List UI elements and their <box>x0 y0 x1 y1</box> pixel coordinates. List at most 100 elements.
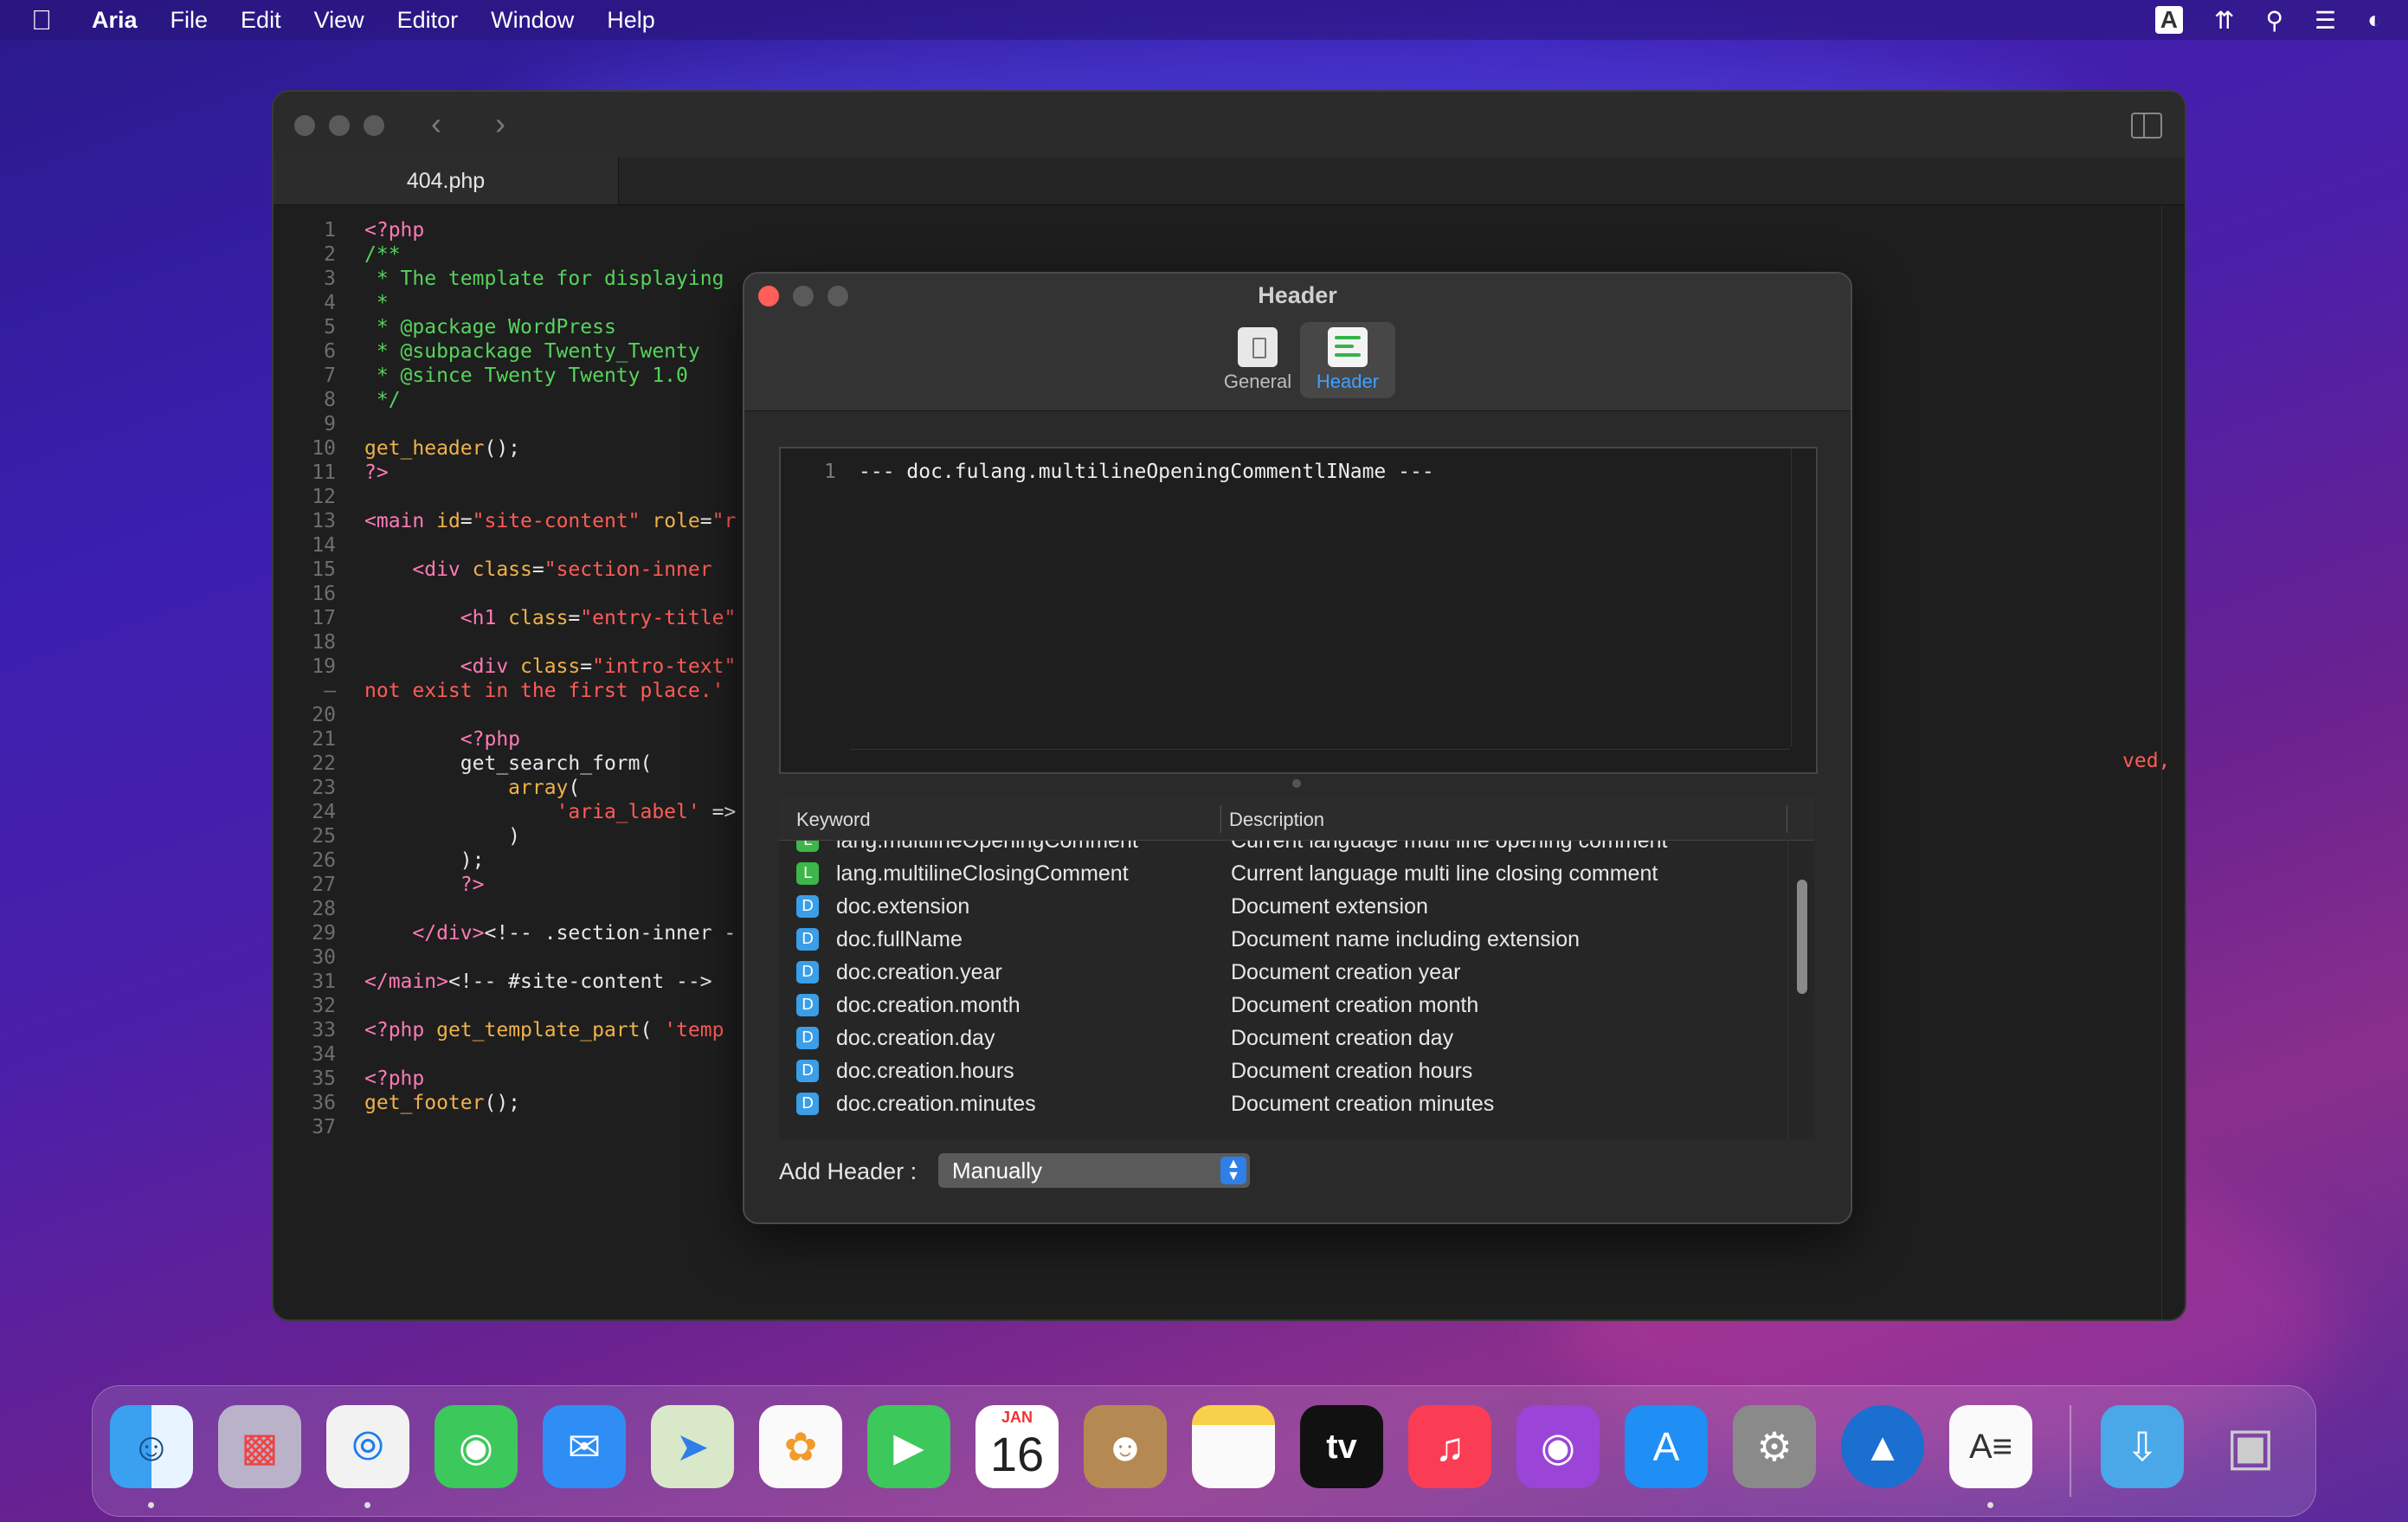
system-settings-icon[interactable]: ⚙ <box>1733 1405 1816 1488</box>
tab-404-php[interactable]: 404.php <box>274 158 619 204</box>
messages-icon[interactable]: ◉ <box>435 1405 518 1488</box>
editor-scrollbar[interactable] <box>2161 206 2185 1319</box>
code-line: get_footer(); <box>364 1092 521 1114</box>
tab-general[interactable]: General <box>1210 322 1305 398</box>
dock: ☺ ▩ ⦾ ◉ ✉ ➤ ✿ ▶ JAN 16 ☻ tv ♫ ◉ A ⚙ ▲ A≡… <box>92 1385 2316 1517</box>
forward-nav-icon[interactable]: › <box>495 106 505 142</box>
keyword-cell: doc.extension <box>836 894 970 919</box>
keyword-table-scroll-thumb[interactable] <box>1797 880 1807 994</box>
app-store-icon[interactable]: A <box>1625 1405 1708 1488</box>
table-row[interactable]: Ddoc.creation.minutes Document creation m… <box>779 1087 1774 1120</box>
header-line-number: 1 <box>824 461 836 483</box>
table-row[interactable]: Ddoc.creation.day Document creation day <box>779 1022 1774 1054</box>
notes-icon[interactable] <box>1192 1405 1275 1488</box>
zoom-window-button[interactable] <box>364 115 384 136</box>
code-line: <div class="intro-text" <box>460 655 737 678</box>
line-number-gutter: 1 2 3 4 5 6 7 8 9 10 11 12 13 14 15 16 17 18 19–20 21 22 23 24… <box>312 219 336 1138</box>
keyword-type-badge: D <box>796 895 819 918</box>
add-header-label: Add Header : <box>779 1158 917 1184</box>
code-line: * @subpackage Twenty_Twenty <box>364 340 700 363</box>
code-line: <?php <box>364 1067 425 1090</box>
sidebar-toggle-icon[interactable] <box>2131 113 2162 139</box>
trash-icon[interactable]: ▣ <box>2209 1405 2292 1488</box>
input-source-icon[interactable]: A <box>2154 6 2183 34</box>
menu-editor[interactable]: Editor <box>397 7 459 34</box>
split-handle[interactable] <box>1292 779 1301 788</box>
safari-icon[interactable]: ⦾ <box>326 1405 409 1488</box>
tab-header-label: Header <box>1316 371 1380 392</box>
minimize-window-button[interactable] <box>329 115 350 136</box>
code-line: <?php <box>460 728 521 751</box>
tab-header[interactable]: Header <box>1300 322 1395 398</box>
mail-icon[interactable]: ✉ <box>543 1405 626 1488</box>
airdrop-status-icon[interactable]: ⇈ <box>2214 6 2234 35</box>
header-template-editor[interactable]: 1 --- doc.fulang.multilineOpeningComment… <box>779 447 1818 774</box>
menu-app-name[interactable]: Aria <box>92 7 138 34</box>
table-row[interactable]: Ddoc.creation.month Document creation mon… <box>779 989 1774 1022</box>
table-row[interactable]: Ddoc.fullName Document name including ext… <box>779 923 1774 956</box>
code-line: <main id="site-content" role="r <box>364 510 737 532</box>
table-row[interactable]: Ddoc.creation.hours Document creation hou… <box>779 1054 1774 1087</box>
finder-icon[interactable]: ☺ <box>110 1405 193 1488</box>
description-cell: Document creation minutes <box>1231 1092 1495 1116</box>
code-line: ?> <box>364 461 389 484</box>
textedit-icon[interactable]: A≡ <box>1949 1405 2032 1488</box>
spotlight-search-icon[interactable]: ⚲ <box>2265 6 2283 35</box>
code-line: get_search_form( <box>364 752 653 775</box>
downloads-folder-icon[interactable]: ⇩ <box>2101 1405 2184 1488</box>
contacts-icon[interactable]: ☻ <box>1084 1405 1167 1488</box>
maps-icon[interactable]: ➤ <box>651 1405 734 1488</box>
facetime-icon[interactable]: ▶ <box>867 1405 950 1488</box>
close-window-button[interactable] <box>294 115 315 136</box>
dialog-title: Header <box>1258 282 1337 308</box>
menu-bar:  Aria File Edit View Editor Window Help… <box>0 0 2408 40</box>
siri-icon[interactable]: ◐ <box>2367 6 2382 34</box>
column-keyword[interactable]: Keyword <box>796 809 871 831</box>
apple-menu-icon[interactable]:  <box>31 4 69 36</box>
menu-help[interactable]: Help <box>607 7 655 34</box>
aria-icon[interactable]: ▲ <box>1841 1405 1924 1488</box>
code-line: <div class="section-inner <box>412 558 724 581</box>
add-header-select[interactable]: Manually ▲ ▼ <box>938 1153 1250 1188</box>
code-line: not exist in the first place.' <box>364 680 724 702</box>
general-switch-icon <box>1238 327 1278 367</box>
keyword-type-badge: D <box>796 961 819 983</box>
apple-tv-icon[interactable]: tv <box>1300 1405 1383 1488</box>
code-line: ) <box>364 825 521 848</box>
menu-window[interactable]: Window <box>491 7 574 34</box>
menu-file[interactable]: File <box>171 7 209 34</box>
description-cell: Document creation hours <box>1231 1059 1473 1083</box>
code-line: </div><!-- .section-inner - <box>412 922 737 945</box>
column-description[interactable]: Description <box>1229 809 1324 831</box>
keyword-cell: lang.multilineClosingComment <box>836 861 1129 886</box>
calendar-day: 16 <box>989 1427 1045 1481</box>
keyword-cell: doc.creation.day <box>836 1026 995 1050</box>
header-editor-vscroll[interactable] <box>1791 448 1816 746</box>
menu-view[interactable]: View <box>314 7 364 34</box>
table-row[interactable]: Ddoc.creation.year Document creation year <box>779 956 1774 989</box>
menu-edit[interactable]: Edit <box>241 7 281 34</box>
code-line: * <box>364 292 389 314</box>
header-template-text[interactable]: --- doc.fulang.multilineOpeningCommentlI… <box>859 461 1434 483</box>
music-icon[interactable]: ♫ <box>1408 1405 1491 1488</box>
select-stepper-icon: ▲ ▼ <box>1220 1157 1246 1184</box>
back-nav-icon[interactable]: ‹ <box>431 106 441 142</box>
podcasts-icon[interactable]: ◉ <box>1516 1405 1600 1488</box>
table-row[interactable]: Ddoc.extension Document extension <box>779 890 1774 923</box>
table-row[interactable]: Llang.multilineClosingComment Current lan… <box>779 857 1774 890</box>
launchpad-icon[interactable]: ▩ <box>218 1405 301 1488</box>
photos-icon[interactable]: ✿ <box>759 1405 842 1488</box>
code-line: <h1 class="entry-title" <box>460 607 737 629</box>
calendar-icon[interactable]: JAN 16 <box>975 1405 1059 1488</box>
code-line: ?> <box>460 874 485 896</box>
header-editor-hscroll[interactable] <box>850 749 1790 772</box>
control-center-icon[interactable]: ☰ <box>2315 6 2336 35</box>
